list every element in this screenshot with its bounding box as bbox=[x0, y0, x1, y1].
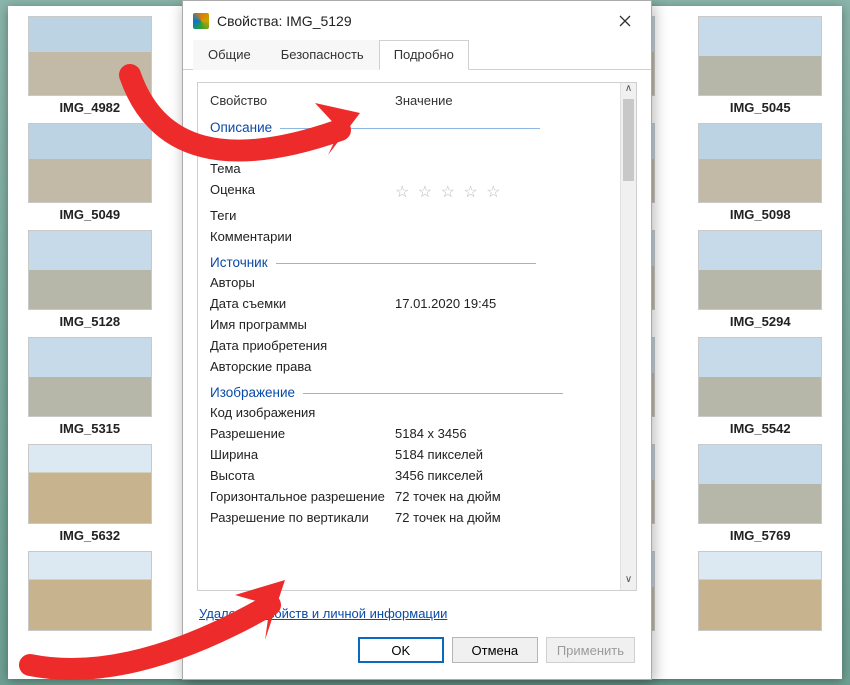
prop-label: Высота bbox=[210, 468, 395, 483]
thumbnail[interactable]: IMG_4982 bbox=[16, 16, 164, 115]
section-description: Описание bbox=[208, 112, 620, 137]
prop-label: Имя программы bbox=[210, 317, 395, 332]
thumbnail-label: IMG_5769 bbox=[686, 528, 834, 543]
close-button[interactable] bbox=[609, 9, 641, 33]
header-property: Свойство bbox=[210, 93, 395, 108]
prop-value[interactable]: 17.01.2020 19:45 bbox=[395, 296, 496, 311]
dialog-title: Свойства: IMG_5129 bbox=[217, 13, 352, 29]
close-icon bbox=[619, 15, 631, 27]
prop-label: Тема bbox=[210, 161, 395, 176]
thumbnail[interactable]: IMG_5294 bbox=[686, 230, 834, 329]
scrollbar-thumb[interactable] bbox=[623, 99, 634, 181]
prop-value: 72 точек на дюйм bbox=[395, 510, 501, 525]
thumbnail[interactable]: IMG_5769 bbox=[686, 444, 834, 543]
thumbnail-label: IMG_5049 bbox=[16, 207, 164, 222]
remove-properties-link[interactable]: Удаление свойств и личной информации bbox=[199, 606, 447, 621]
thumbnail[interactable] bbox=[686, 551, 834, 635]
ok-button[interactable]: OK bbox=[358, 637, 444, 663]
tab-security[interactable]: Безопасность bbox=[266, 40, 379, 70]
scrollbar[interactable]: ∧ ∨ bbox=[620, 83, 636, 590]
properties-dialog: Свойства: IMG_5129 Общие Безопасность По… bbox=[182, 0, 652, 680]
properties-panel: Свойство Значение Описание Название Тема… bbox=[197, 82, 637, 591]
thumbnail-label: IMG_4982 bbox=[16, 100, 164, 115]
cancel-button[interactable]: Отмена bbox=[452, 637, 538, 663]
size-tag: МБ bbox=[26, 657, 44, 671]
thumbnail-label: IMG_5045 bbox=[686, 100, 834, 115]
thumbnail-label: IMG_5542 bbox=[686, 421, 834, 436]
prop-label: Дата приобретения bbox=[210, 338, 395, 353]
column-headers: Свойство Значение bbox=[208, 89, 620, 112]
prop-label: Оценка bbox=[210, 182, 395, 202]
titlebar[interactable]: Свойства: IMG_5129 bbox=[183, 1, 651, 39]
prop-label: Разрешение по вертикали bbox=[210, 510, 395, 525]
thumbnail[interactable]: IMG_5049 bbox=[16, 123, 164, 222]
apply-button[interactable]: Применить bbox=[546, 637, 635, 663]
header-value: Значение bbox=[395, 93, 453, 108]
scroll-up-icon[interactable]: ∧ bbox=[621, 83, 636, 99]
dialog-buttons: OK Отмена Применить bbox=[183, 623, 651, 679]
image-icon bbox=[193, 13, 209, 29]
thumbnail[interactable]: IMG_5632 bbox=[16, 444, 164, 543]
prop-label: Комментарии bbox=[210, 229, 395, 244]
prop-value: 3456 пикселей bbox=[395, 468, 483, 483]
prop-label: Код изображения bbox=[210, 405, 395, 420]
thumbnail-label: IMG_5632 bbox=[16, 528, 164, 543]
thumbnail-label: IMG_5315 bbox=[16, 421, 164, 436]
thumbnail[interactable] bbox=[16, 551, 164, 635]
prop-label: Ширина bbox=[210, 447, 395, 462]
tab-details[interactable]: Подробно bbox=[379, 40, 469, 70]
thumbnail[interactable]: IMG_5098 bbox=[686, 123, 834, 222]
thumbnail[interactable]: IMG_5045 bbox=[686, 16, 834, 115]
tab-general[interactable]: Общие bbox=[193, 40, 266, 70]
prop-label: Теги bbox=[210, 208, 395, 223]
prop-value: 5184 x 3456 bbox=[395, 426, 467, 441]
thumbnail-label: IMG_5098 bbox=[686, 207, 834, 222]
prop-label: Дата съемки bbox=[210, 296, 395, 311]
tab-bar: Общие Безопасность Подробно bbox=[183, 39, 651, 70]
section-image: Изображение bbox=[208, 377, 620, 402]
prop-label: Название bbox=[210, 140, 395, 155]
thumbnail-label: IMG_5294 bbox=[686, 314, 834, 329]
scroll-down-icon[interactable]: ∨ bbox=[621, 574, 636, 590]
thumbnail[interactable]: IMG_5315 bbox=[16, 337, 164, 436]
thumbnail[interactable]: IMG_5542 bbox=[686, 337, 834, 436]
prop-value: 72 точек на дюйм bbox=[395, 489, 501, 504]
thumbnail-label: IMG_5128 bbox=[16, 314, 164, 329]
rating-stars[interactable]: ☆ ☆ ☆ ☆ ☆ bbox=[395, 182, 503, 202]
prop-label: Горизонтальное разрешение bbox=[210, 489, 395, 504]
section-source: Источник bbox=[208, 247, 620, 272]
prop-value: 5184 пикселей bbox=[395, 447, 483, 462]
prop-label: Разрешение bbox=[210, 426, 395, 441]
prop-label: Авторские права bbox=[210, 359, 395, 374]
prop-label: Авторы bbox=[210, 275, 395, 290]
thumbnail[interactable]: IMG_5128 bbox=[16, 230, 164, 329]
